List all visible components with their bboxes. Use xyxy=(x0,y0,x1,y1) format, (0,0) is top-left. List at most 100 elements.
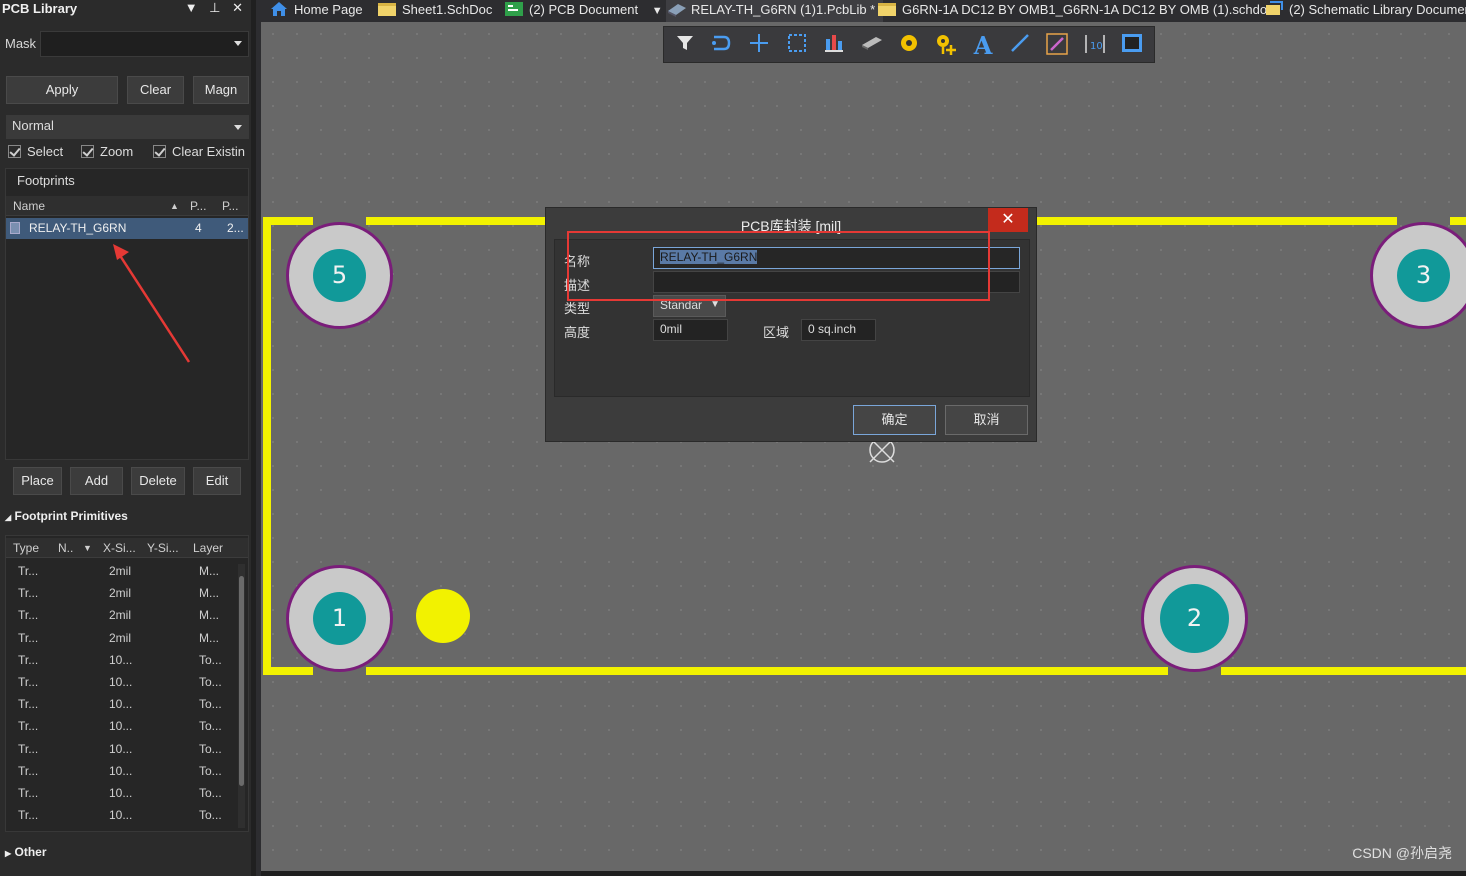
primitive-x: 10... xyxy=(109,697,133,712)
cancel-button[interactable]: 取消 xyxy=(945,405,1028,435)
primitives-title-row[interactable]: ◢ Footprint Primitives xyxy=(5,509,128,523)
footprint-primitives: 2... xyxy=(227,221,244,235)
primitive-row[interactable]: Tr... 10... To... xyxy=(6,649,236,671)
primitive-row[interactable]: Tr... 10... To... xyxy=(6,715,236,737)
cross-icon[interactable] xyxy=(746,33,772,59)
primitive-x: 2mil xyxy=(109,564,132,578)
tab-pcb-document[interactable]: (2) PCB Document ▼ xyxy=(504,0,663,22)
column-pads[interactable]: P... xyxy=(190,199,206,213)
zoom-checkbox-label: Zoom xyxy=(100,144,134,159)
footprints-header: Name ▲ P... P... xyxy=(6,196,248,216)
pin1-marker xyxy=(416,589,470,643)
column-x-size[interactable]: X-Si... xyxy=(103,541,136,555)
tab-pcblib[interactable]: RELAY-TH_G6RN (1)1.PcbLib * xyxy=(666,0,884,22)
column-name[interactable]: Name xyxy=(13,199,45,213)
select-checkbox[interactable]: Select xyxy=(8,144,63,160)
silkscreen-top-seg xyxy=(1036,217,1397,225)
via-icon[interactable] xyxy=(933,33,959,59)
primitive-type: Tr... xyxy=(18,786,39,800)
column-type[interactable]: Type xyxy=(13,541,39,555)
pad-icon[interactable] xyxy=(896,33,922,59)
filter-icon[interactable] xyxy=(672,33,698,59)
pad-3[interactable]: 3 xyxy=(1370,222,1466,329)
primitives-header: Type N.. ▼ X-Si... Y-Si... Layer xyxy=(6,538,248,558)
primitive-row[interactable]: Tr... 10... To... xyxy=(6,738,236,760)
column-primitives[interactable]: P... xyxy=(222,199,238,213)
pcblib-icon xyxy=(666,1,686,17)
area-input[interactable]: 0 sq.inch xyxy=(801,319,876,341)
checkbox-check-icon xyxy=(81,145,94,158)
dimension-icon[interactable]: 10 xyxy=(1082,33,1108,59)
pad-2[interactable]: 2 xyxy=(1141,565,1248,672)
board-shape-icon[interactable] xyxy=(1119,33,1145,59)
panel-controls-icon[interactable]: ▼ ⊥ ✕ xyxy=(185,0,247,16)
select-checkbox-label: Select xyxy=(27,144,64,159)
expand-icon: ▶ xyxy=(5,849,12,858)
zoom-checkbox[interactable]: Zoom xyxy=(81,144,133,160)
footprints-title: Footprints xyxy=(17,173,75,188)
tab-g6rn-schdoc[interactable]: G6RN-1A DC12 BY OMB1_G6RN-1A DC12 BY OMB… xyxy=(877,0,1274,22)
filter-icon[interactable]: ▼ xyxy=(83,543,92,553)
primitive-row[interactable]: Tr... 10... To... xyxy=(6,760,236,782)
silkscreen-top-seg xyxy=(263,217,313,225)
tab-label: (2) Schematic Library Documen xyxy=(1289,2,1466,17)
add-button[interactable]: Add xyxy=(70,467,123,495)
other-title-row[interactable]: ▶ Other xyxy=(5,845,47,859)
ok-button[interactable]: 确定 xyxy=(853,405,936,435)
align-icon[interactable] xyxy=(821,33,847,59)
active-bar-toolbar: A 10 xyxy=(663,26,1155,63)
pad-5[interactable]: 5 xyxy=(286,222,393,329)
column-n[interactable]: N.. xyxy=(58,541,73,555)
scrollbar-thumb[interactable] xyxy=(239,576,244,786)
tab-sheet1[interactable]: Sheet1.SchDoc xyxy=(377,0,492,22)
primitive-row[interactable]: Tr... 10... To... xyxy=(6,804,236,826)
primitive-row[interactable]: Tr... 10... To... xyxy=(6,671,236,693)
component-icon[interactable] xyxy=(859,33,885,59)
bottom-status-strip xyxy=(261,871,1466,876)
mask-combo[interactable] xyxy=(40,31,249,57)
primitive-row[interactable]: Tr... 10... To... xyxy=(6,693,236,715)
height-input[interactable]: 0mil xyxy=(653,319,728,341)
primitive-layer: M... xyxy=(199,564,219,578)
text-icon[interactable]: A xyxy=(970,33,996,59)
footprint-row[interactable]: RELAY-TH_G6RN 4 2... xyxy=(6,218,248,239)
line-icon[interactable] xyxy=(1007,33,1033,59)
clear-existing-checkbox[interactable]: Clear Existin xyxy=(153,144,245,160)
route-icon[interactable] xyxy=(1044,33,1070,59)
place-button[interactable]: Place xyxy=(13,467,62,495)
primitive-row[interactable]: Tr... 2mil M... xyxy=(6,627,236,649)
edit-button[interactable]: Edit xyxy=(193,467,241,495)
primitive-type: Tr... xyxy=(18,608,39,623)
dropdown-icon[interactable]: ▼ xyxy=(652,5,663,17)
primitive-row[interactable]: Tr... 2mil M... xyxy=(6,560,236,582)
clear-button[interactable]: Clear xyxy=(127,76,184,104)
primitive-type: Tr... xyxy=(18,652,39,667)
pad-1[interactable]: 1 xyxy=(286,565,393,672)
select-rect-icon[interactable] xyxy=(784,33,810,59)
snap-icon[interactable] xyxy=(708,33,734,59)
column-layer[interactable]: Layer xyxy=(193,541,223,555)
mask-label: Mask xyxy=(5,36,37,51)
primitive-row[interactable]: Tr... 10... To... xyxy=(6,782,236,804)
primitive-row[interactable]: Tr... 2mil M... xyxy=(6,582,236,604)
apply-button[interactable]: Apply xyxy=(6,76,118,104)
primitive-layer: To... xyxy=(199,808,222,823)
primitive-type: Tr... xyxy=(18,697,39,712)
magnify-button[interactable]: Magn xyxy=(193,76,249,104)
watermark: CSDN @孙启尧 xyxy=(1352,845,1452,861)
delete-button[interactable]: Delete xyxy=(131,467,185,495)
primitive-row[interactable]: Tr... 2mil M... xyxy=(6,604,236,626)
primitive-type: Tr... xyxy=(18,741,39,756)
checkbox-check-icon xyxy=(8,145,21,158)
pcb-canvas[interactable]: 5 3 1 2 CSDN @孙启尧 xyxy=(261,22,1466,871)
tab-label: Home Page xyxy=(294,2,363,17)
close-button[interactable]: ✕ xyxy=(988,208,1028,232)
primitive-layer: M... xyxy=(199,608,219,623)
mode-select[interactable]: Normal xyxy=(6,115,249,139)
primitive-x: 2mil xyxy=(109,608,132,623)
tab-home-page[interactable]: Home Page xyxy=(269,0,363,22)
pad-number: 2 xyxy=(1160,584,1229,653)
column-y-size[interactable]: Y-Si... xyxy=(147,541,179,555)
tab-schematic-library[interactable]: (2) Schematic Library Documen xyxy=(1264,0,1466,22)
primitives-scrollbar[interactable] xyxy=(238,564,245,828)
